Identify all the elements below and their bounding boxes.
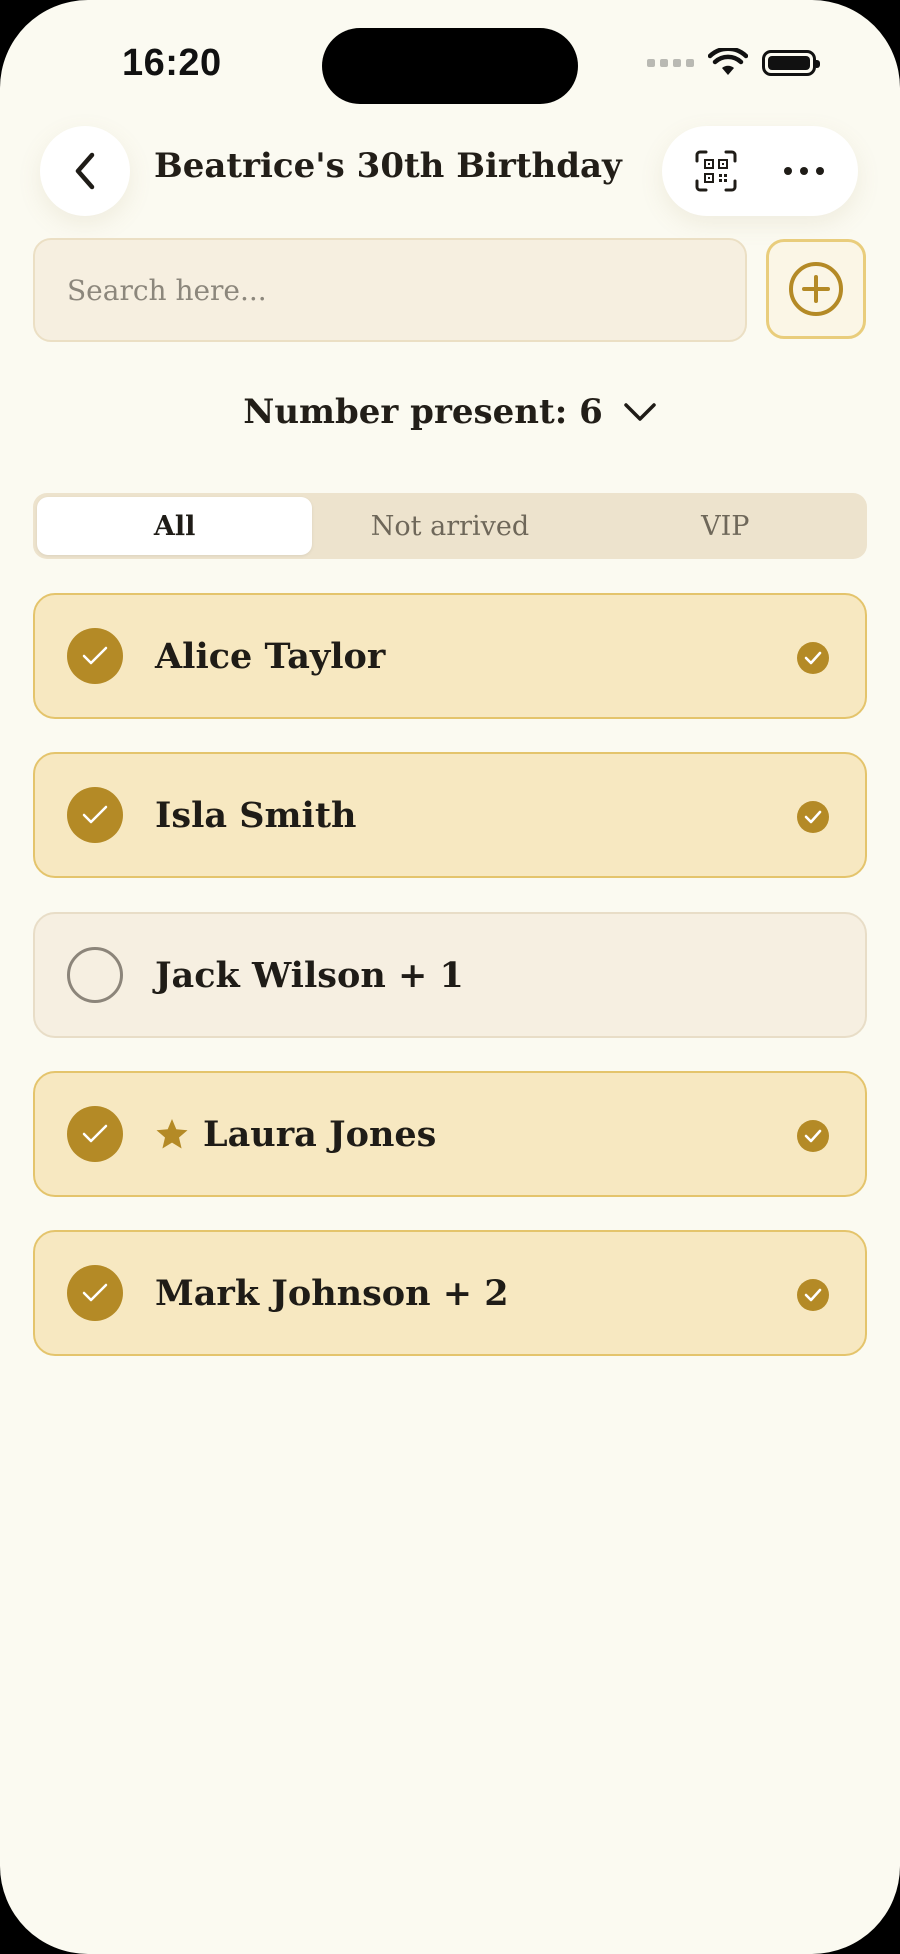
more-horizontal-icon [784, 167, 824, 175]
filter-tabs: All Not arrived VIP [33, 493, 867, 559]
guest-row[interactable]: Laura Jones [33, 1071, 867, 1197]
guest-name-text: Isla Smith [155, 794, 357, 836]
guest-name: Jack Wilson + 1 [155, 914, 464, 1036]
add-guest-button[interactable] [766, 239, 866, 339]
checked-in-badge-icon [797, 1120, 829, 1152]
checkin-toggle[interactable] [67, 1265, 123, 1321]
number-present-toggle[interactable]: Number present: 6 [0, 392, 900, 432]
cellular-signal-icon [647, 59, 694, 67]
guest-name: Alice Taylor [155, 595, 385, 717]
guest-name-text: Mark Johnson + 2 [155, 1272, 509, 1314]
checked-in-badge-icon [797, 801, 829, 833]
guest-name-text: Laura Jones [203, 1113, 437, 1155]
guest-name: Laura Jones [155, 1073, 436, 1195]
qr-scan-button[interactable] [681, 136, 751, 206]
page-title: Beatrice's 30th Birthday [154, 146, 622, 186]
dynamic-island [322, 28, 578, 104]
checkmark-icon [82, 805, 108, 824]
tab-all[interactable]: All [37, 497, 313, 555]
back-button[interactable] [40, 126, 130, 216]
checked-in-badge-icon [797, 642, 829, 674]
checkin-toggle[interactable] [67, 628, 123, 684]
wifi-icon [708, 48, 748, 75]
checked-in-badge-icon [797, 1279, 829, 1311]
number-present-label: Number present: 6 [243, 392, 603, 432]
checkin-toggle[interactable] [67, 1106, 123, 1162]
guest-row[interactable]: Jack Wilson + 1 [33, 912, 867, 1038]
checkmark-icon [82, 646, 108, 665]
chevron-down-icon [624, 403, 656, 421]
battery-icon [762, 50, 820, 76]
header-actions [662, 126, 858, 216]
guest-name: Mark Johnson + 2 [155, 1232, 509, 1354]
more-button[interactable] [769, 136, 839, 206]
checkin-toggle[interactable] [67, 947, 123, 1003]
checkmark-icon [82, 1124, 108, 1143]
guest-name-text: Alice Taylor [155, 635, 386, 677]
plus-circle-icon [789, 262, 843, 316]
guest-row[interactable]: Mark Johnson + 2 [33, 1230, 867, 1356]
guest-name: Isla Smith [155, 754, 356, 876]
vip-star-icon [155, 1118, 189, 1150]
guest-name-text: Jack Wilson + 1 [155, 954, 464, 996]
checkin-toggle[interactable] [67, 787, 123, 843]
tab-not-arrived[interactable]: Not arrived [312, 497, 587, 555]
status-time: 16:20 [122, 42, 222, 84]
checkmark-icon [82, 1283, 108, 1302]
status-icons [647, 48, 820, 78]
guest-row[interactable]: Alice Taylor [33, 593, 867, 719]
phone-screen: 16:20 Beatrice's 30th Birthday Search he… [0, 0, 900, 1954]
search-input[interactable] [33, 238, 747, 342]
qr-scan-icon [695, 150, 737, 192]
chevron-left-icon [75, 152, 95, 190]
guest-row[interactable]: Isla Smith [33, 752, 867, 878]
tab-vip[interactable]: VIP [588, 497, 863, 555]
